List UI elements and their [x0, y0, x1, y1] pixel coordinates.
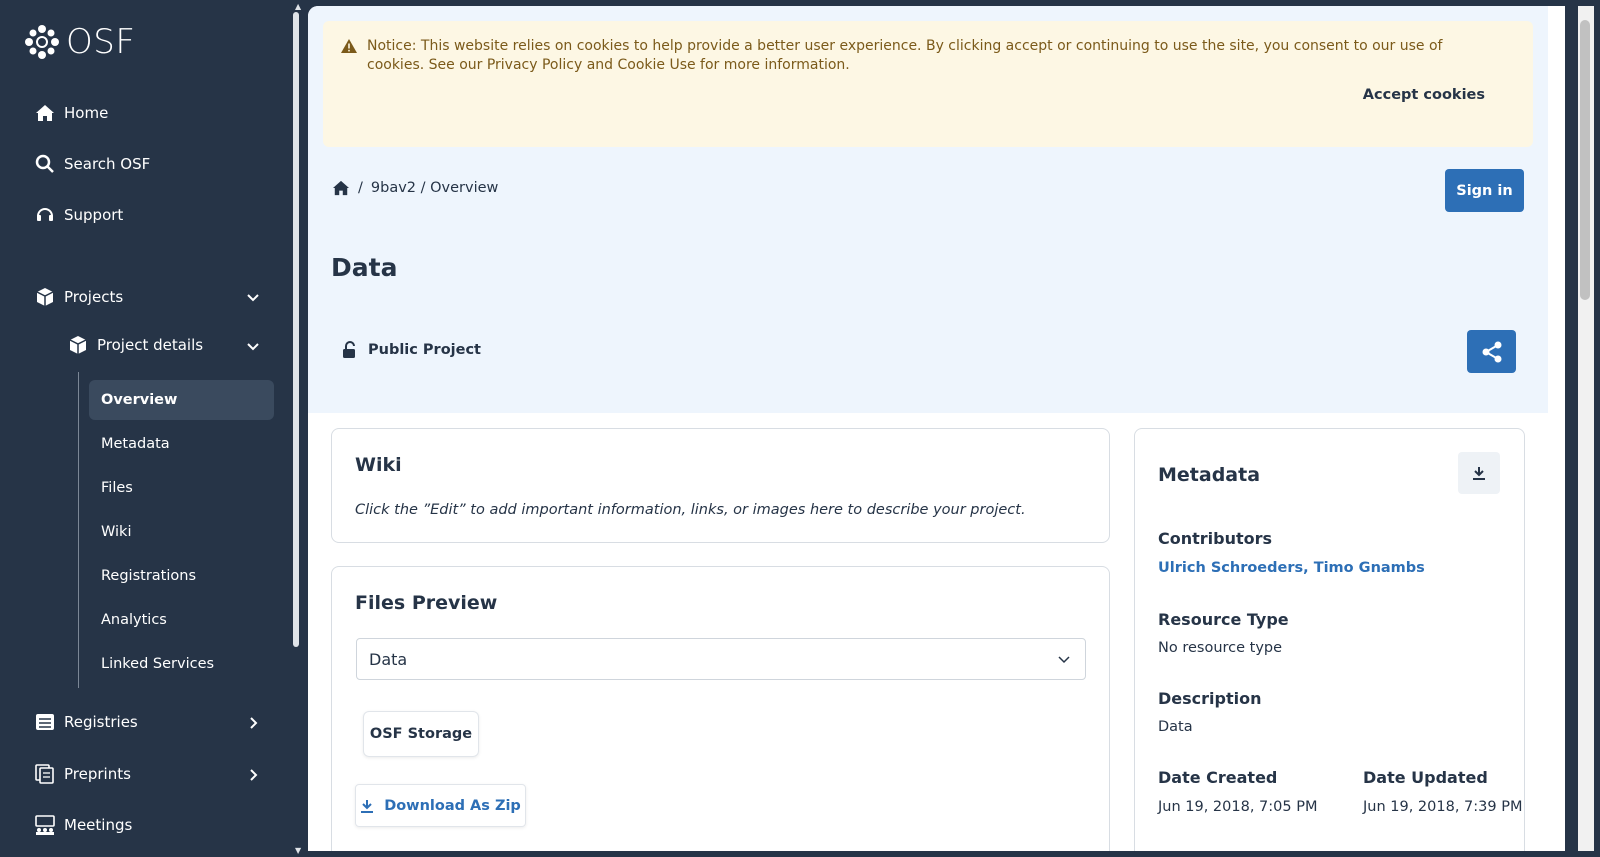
project-header: Notice: This website relies on cookies t…	[308, 6, 1548, 413]
subnav-linked-services[interactable]: Linked Services	[89, 644, 274, 684]
download-icon	[1473, 467, 1485, 480]
resource-type-value: No resource type	[1158, 640, 1283, 656]
download-zip-label: Download As Zip	[384, 797, 521, 814]
sidebar: OSF Home Search OSF Support Projects Pro…	[0, 0, 301, 857]
nav-projects-label: Projects	[64, 288, 124, 306]
nav-project-details[interactable]: Project details	[67, 325, 203, 365]
osf-logo-icon	[25, 25, 59, 59]
page-title: Data	[331, 253, 398, 282]
wiki-card: Wiki Click the ”Edit” to add important i…	[331, 428, 1110, 543]
download-zip-button[interactable]: Download As Zip	[355, 784, 526, 827]
description-value: Data	[1158, 719, 1193, 735]
osf-logo[interactable]: OSF	[24, 22, 135, 62]
files-select-value: Data	[369, 649, 408, 669]
registries-icon	[34, 711, 56, 733]
brand-name: OSF	[66, 22, 136, 62]
nav-search[interactable]: Search OSF	[34, 144, 150, 184]
metadata-card: Metadata Contributors Ulrich Schroeders,…	[1134, 428, 1525, 851]
scroll-down-arrow[interactable]: ▼	[295, 846, 301, 855]
unlock-icon	[343, 341, 355, 358]
cookie-banner: Notice: This website relies on cookies t…	[323, 21, 1533, 147]
files-preview-card: Files Preview Data OSF Storage Download …	[331, 566, 1110, 851]
main-content: Notice: This website relies on cookies t…	[308, 6, 1565, 851]
chevron-down-icon	[1058, 656, 1070, 664]
meetings-icon	[34, 814, 56, 836]
date-created-label: Date Created	[1158, 768, 1278, 787]
nav-projects[interactable]: Projects	[34, 277, 123, 317]
subnav-wiki[interactable]: Wiki	[89, 512, 274, 552]
chevron-down-icon[interactable]	[246, 290, 260, 304]
nav-meetings-label: Meetings	[64, 816, 133, 834]
files-select[interactable]: Data	[356, 638, 1086, 680]
subnav-registrations[interactable]: Registrations	[89, 556, 274, 596]
sign-in-button[interactable]: Sign in	[1445, 169, 1524, 212]
files-preview-title: Files Preview	[355, 592, 498, 614]
share-icon	[1482, 341, 1501, 362]
main-scrollbar[interactable]	[1580, 20, 1590, 300]
resource-type-label: Resource Type	[1158, 610, 1289, 629]
osf-storage-button[interactable]: OSF Storage	[363, 711, 479, 757]
cube-icon	[67, 334, 89, 356]
subnav-metadata[interactable]: Metadata	[89, 424, 274, 464]
download-icon	[361, 799, 374, 813]
search-icon	[34, 153, 56, 175]
date-updated-label: Date Updated	[1363, 768, 1488, 787]
nav-registries[interactable]: Registries	[34, 702, 138, 742]
nav-preprints[interactable]: Preprints	[34, 754, 131, 794]
visibility-label: Public Project	[368, 342, 481, 358]
visibility-status: Public Project	[342, 341, 481, 359]
accept-cookies-button[interactable]: Accept cookies	[1363, 87, 1485, 103]
description-label: Description	[1158, 689, 1262, 708]
nav-support-label: Support	[64, 206, 124, 224]
chevron-right-icon[interactable]	[246, 768, 260, 782]
chevron-right-icon[interactable]	[246, 716, 260, 730]
contributors-label: Contributors	[1158, 529, 1273, 548]
nav-search-label: Search OSF	[64, 155, 151, 173]
nav-home[interactable]: Home	[34, 93, 108, 133]
wiki-title: Wiki	[355, 454, 402, 476]
cookie-notice: Notice: This website relies on cookies t…	[367, 38, 1443, 73]
nav-preprints-label: Preprints	[64, 765, 131, 783]
subnav-divider	[78, 372, 79, 688]
subnav-files[interactable]: Files	[89, 468, 274, 508]
metadata-title: Metadata	[1158, 464, 1261, 486]
headset-icon	[34, 204, 56, 226]
breadcrumb-path[interactable]: 9bav2 / Overview	[371, 180, 499, 196]
preprints-icon	[34, 763, 56, 785]
nav-meetings[interactable]: Meetings	[34, 805, 132, 845]
breadcrumb-separator: /	[358, 180, 363, 196]
nav-support[interactable]: Support	[34, 195, 123, 235]
nav-project-details-label: Project details	[97, 336, 204, 354]
date-updated-value: Jun 19, 2018, 7:39 PM	[1363, 799, 1523, 815]
warning-icon	[341, 39, 357, 53]
chevron-down-icon[interactable]	[246, 339, 260, 353]
home-icon[interactable]	[332, 180, 350, 196]
sidebar-scrollbar[interactable]	[293, 12, 299, 647]
contributors-link[interactable]: Ulrich Schroeders, Timo Gnambs	[1158, 560, 1425, 576]
wiki-empty-text: Click the ”Edit” to add important inform…	[355, 502, 1026, 518]
metadata-download-button[interactable]	[1458, 452, 1500, 494]
subnav-analytics[interactable]: Analytics	[89, 600, 274, 640]
date-created-value: Jun 19, 2018, 7:05 PM	[1158, 799, 1318, 815]
nav-home-label: Home	[64, 104, 109, 122]
cube-icon	[34, 286, 56, 308]
subnav-overview[interactable]: Overview	[89, 380, 274, 420]
share-button[interactable]	[1467, 330, 1516, 373]
breadcrumb: / 9bav2 / Overview	[332, 180, 498, 196]
scroll-up-arrow[interactable]: ▲	[295, 2, 301, 11]
home-icon	[34, 102, 56, 124]
nav-registries-label: Registries	[64, 713, 138, 731]
